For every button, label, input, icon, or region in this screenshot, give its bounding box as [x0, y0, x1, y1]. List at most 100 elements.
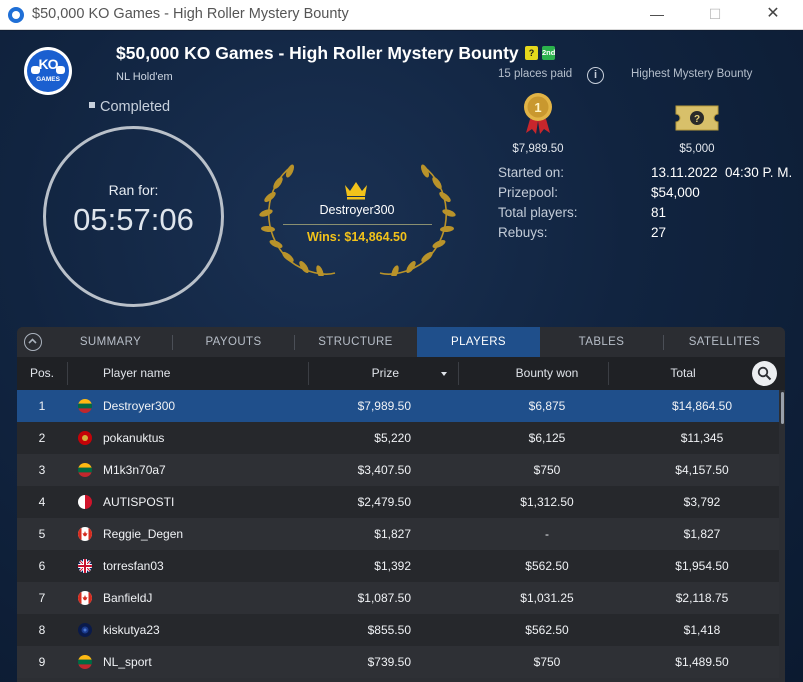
table-row[interactable]: 8 kiskutya23 $855.50 $562.50 $1,418	[17, 614, 779, 646]
tournament-title: $50,000 KO Games - High Roller Mystery B…	[116, 43, 519, 63]
game-type: NL Hold'em	[116, 71, 173, 83]
tournament-status: Completed	[89, 99, 170, 115]
row-total: $4,157.50	[675, 463, 729, 477]
row-player-name: M1k3n70a7	[103, 463, 166, 477]
table-row[interactable]: 1 Destroyer300 $7,989.50 $6,875 $14,864.…	[17, 390, 779, 422]
column-bounty-won[interactable]: Bounty won	[477, 357, 617, 390]
column-player-name[interactable]: Player name	[103, 357, 170, 390]
flag-malta-icon	[78, 495, 92, 509]
table-row[interactable]: 9 NL_sport $739.50 $750 $1,489.50	[17, 646, 779, 678]
column-pos[interactable]: Pos.	[17, 357, 67, 390]
row-prize: $5,220	[374, 431, 411, 445]
column-divider	[67, 362, 68, 385]
row-position: 4	[38, 495, 46, 509]
table-row[interactable]: 7 BanfieldJ $1,087.50 $1,031.25 $2,118.7…	[17, 582, 779, 614]
table-row[interactable]: 3 M1k3n70a7 $3,407.50 $750 $4,157.50	[17, 454, 779, 486]
tab-bar: SUMMARY PAYOUTS STRUCTURE PLAYERS TABLES…	[17, 327, 785, 357]
row-bounty: $6,125	[528, 431, 566, 445]
row-bounty: $1,312.50	[520, 495, 574, 509]
collapse-button[interactable]	[24, 333, 42, 351]
rebuys-value: 27	[651, 225, 667, 240]
tab-players[interactable]: PLAYERS	[417, 327, 540, 357]
places-paid: 15 places paid	[498, 68, 573, 80]
row-player-name: Destroyer300	[103, 399, 176, 413]
row-prize: $739.50	[367, 655, 411, 669]
row-position: 6	[38, 559, 46, 573]
row-total: $11,345	[680, 431, 724, 445]
row-position: 7	[38, 591, 46, 605]
tab-structure[interactable]: STRUCTURE	[294, 327, 417, 357]
column-divider	[458, 362, 459, 385]
ko-games-logo: KO GAMES	[24, 47, 72, 95]
row-position: 2	[38, 431, 46, 445]
row-total: $1,954.50	[675, 559, 729, 573]
row-prize: $1,827	[374, 527, 411, 541]
second-chance-badge: 2nd	[542, 46, 555, 60]
flag-united-kingdom-icon	[78, 559, 92, 573]
flag-lithuania-icon	[78, 463, 92, 477]
started-date: 13.11.2022	[651, 165, 718, 180]
info-icon[interactable]: i	[587, 67, 604, 84]
window-title: $50,000 KO Games - High Roller Mystery B…	[32, 6, 349, 22]
highest-bounty-label: Highest Mystery Bounty	[631, 68, 753, 80]
players-table-header: Pos. Player name Prize Bounty won Total	[17, 357, 785, 390]
laurel-wreath-icon	[259, 164, 456, 276]
rebuys-label: Rebuys:	[498, 225, 548, 240]
search-icon	[757, 366, 772, 381]
row-position: 5	[38, 527, 46, 541]
column-total[interactable]: Total	[627, 357, 739, 390]
tab-satellites[interactable]: SATELLITES	[663, 327, 785, 357]
table-scrollbar[interactable]	[779, 390, 785, 682]
app-icon	[8, 7, 24, 23]
row-player-name: NL_sport	[103, 655, 152, 669]
row-prize: $1,392	[374, 559, 411, 573]
close-button[interactable]: ✕	[750, 0, 796, 30]
row-total: $14,864.50	[671, 399, 733, 413]
row-player-name: AUTISPOSTI	[103, 495, 175, 509]
row-bounty: $562.50	[525, 623, 569, 637]
prizepool-value: $54,000	[651, 185, 700, 200]
row-player-name: BanfieldJ	[103, 591, 153, 605]
tab-summary[interactable]: SUMMARY	[49, 327, 172, 357]
row-player-name: pokanuktus	[103, 431, 165, 445]
minimize-button[interactable]: —	[634, 0, 680, 30]
column-prize[interactable]: Prize	[309, 357, 399, 390]
row-position: 9	[38, 655, 46, 669]
started-time: 04:30 P. M.	[725, 165, 793, 180]
row-player-name: kiskutya23	[103, 623, 160, 637]
flag-montenegro-icon	[78, 431, 92, 445]
total-players-label: Total players:	[498, 205, 578, 220]
window-titlebar: $50,000 KO Games - High Roller Mystery B…	[0, 0, 803, 30]
row-bounty: $750	[533, 655, 561, 669]
table-row[interactable]: 6 torresfan03 $1,392 $562.50 $1,954.50	[17, 550, 779, 582]
row-total: $1,827	[683, 527, 721, 541]
row-total: $1,489.50	[675, 655, 729, 669]
tab-payouts[interactable]: PAYOUTS	[172, 327, 295, 357]
table-row[interactable]: 4 AUTISPOSTI $2,479.50 $1,312.50 $3,792	[17, 486, 779, 518]
flag-canada-icon	[78, 527, 92, 541]
flag-canada-icon	[78, 591, 92, 605]
run-time-circle: Ran for: 05:57:06	[43, 126, 224, 307]
winner-winnings: Wins: $14,864.50	[307, 230, 407, 244]
search-button[interactable]	[752, 361, 777, 386]
table-row[interactable]: 5 Reggie_Degen $1,827 - $1,827	[17, 518, 779, 550]
winner-name: Destroyer300	[319, 203, 395, 217]
row-player-name: torresfan03	[103, 559, 164, 573]
prizepool-label: Prizepool:	[498, 185, 559, 200]
sort-desc-icon[interactable]	[441, 372, 447, 376]
maximize-button[interactable]: ☐	[692, 0, 738, 30]
flag-lithuania-icon	[78, 399, 92, 413]
flag-hidden-icon	[78, 623, 92, 637]
scrollbar-thumb[interactable]	[781, 392, 784, 424]
table-row[interactable]: 2 pokanuktus $5,220 $6,125 $11,345	[17, 422, 779, 454]
winner-divider	[283, 224, 432, 225]
flag-lithuania-icon	[78, 655, 92, 669]
row-position: 1	[38, 399, 46, 413]
column-divider	[608, 362, 609, 385]
svg-text:?: ?	[694, 114, 700, 125]
crown-icon	[345, 182, 367, 200]
tab-tables[interactable]: TABLES	[540, 327, 663, 357]
row-position: 3	[38, 463, 46, 477]
timer-value: 05:57:06	[73, 202, 194, 237]
row-bounty: $6,875	[528, 399, 566, 413]
